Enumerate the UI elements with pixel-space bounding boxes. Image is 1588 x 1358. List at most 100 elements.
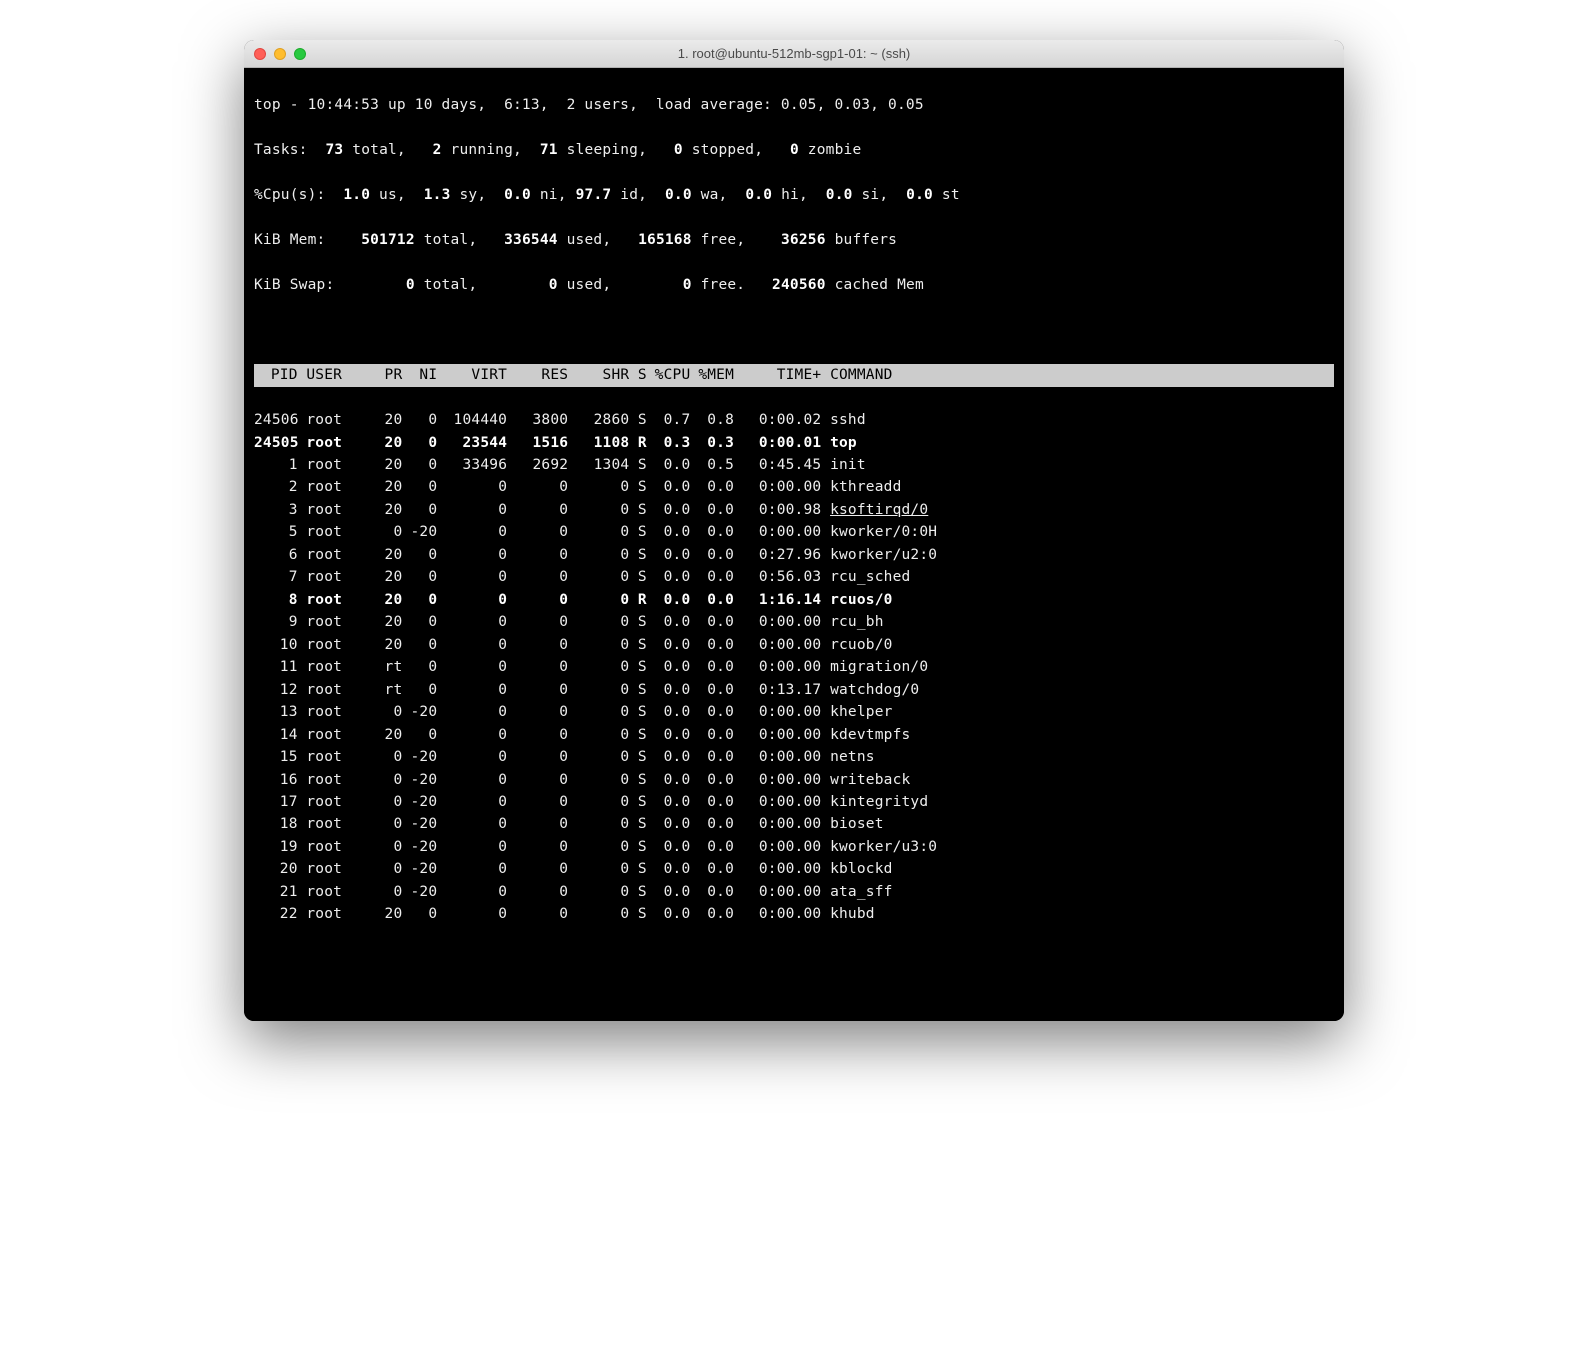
- cell-ni: 0: [402, 544, 437, 566]
- cell-pr: 0: [376, 746, 402, 768]
- cell-virt: 0: [437, 858, 507, 880]
- cell-pid: 11: [254, 656, 298, 678]
- cell-user: root: [298, 813, 377, 835]
- col-pid: PID: [254, 364, 298, 386]
- cell-mem: 0.0: [690, 724, 734, 746]
- col-res: RES: [507, 364, 568, 386]
- process-row: 3root200000S0.00.00:00.98ksoftirqd/0: [254, 499, 1334, 521]
- cell-shr: 0: [568, 746, 629, 768]
- col-cpu: %CPU: [647, 364, 691, 386]
- cell-mem: 0.0: [690, 903, 734, 925]
- cell-user: root: [298, 476, 377, 498]
- cell-user: root: [298, 566, 377, 588]
- cell-ni: -20: [402, 858, 437, 880]
- minimize-icon[interactable]: [274, 48, 286, 60]
- process-row: 18root0-20000S0.00.00:00.00bioset: [254, 813, 1334, 835]
- cell-pid: 6: [254, 544, 298, 566]
- cell-time: 0:00.00: [734, 881, 821, 903]
- cell-time: 0:00.00: [734, 611, 821, 633]
- cell-s: S: [629, 499, 646, 521]
- cell-user: root: [298, 903, 377, 925]
- zoom-icon[interactable]: [294, 48, 306, 60]
- process-row: 19root0-20000S0.00.00:00.00kworker/u3:0: [254, 836, 1334, 858]
- cell-command: rcu_bh: [821, 611, 883, 633]
- cell-res: 0: [507, 701, 568, 723]
- cell-virt: 33496: [437, 454, 507, 476]
- cell-ni: 0: [402, 566, 437, 588]
- process-row: 17root0-20000S0.00.00:00.00kintegrityd: [254, 791, 1334, 813]
- cell-command: migration/0: [821, 656, 928, 678]
- cell-pr: 20: [376, 611, 402, 633]
- cell-virt: 0: [437, 499, 507, 521]
- summary-line-uptime: top - 10:44:53 up 10 days, 6:13, 2 users…: [254, 94, 1334, 116]
- cell-pr: 0: [376, 836, 402, 858]
- terminal-output[interactable]: top - 10:44:53 up 10 days, 6:13, 2 users…: [244, 68, 1344, 1021]
- cell-res: 1516: [507, 432, 568, 454]
- cell-pr: 0: [376, 881, 402, 903]
- cell-time: 0:00.00: [734, 903, 821, 925]
- cell-command: bioset: [821, 813, 883, 835]
- cell-time: 0:00.00: [734, 656, 821, 678]
- process-row: 12rootrt0000S0.00.00:13.17watchdog/0: [254, 679, 1334, 701]
- cell-user: root: [298, 544, 377, 566]
- cell-ni: 0: [402, 634, 437, 656]
- process-row: 2root200000S0.00.00:00.00kthreadd: [254, 476, 1334, 498]
- cell-s: S: [629, 679, 646, 701]
- cell-cpu: 0.0: [647, 791, 691, 813]
- cell-ni: 0: [402, 409, 437, 431]
- process-header-row: PIDUSERPRNIVIRTRESSHRS%CPU%MEMTIME+COMMA…: [254, 364, 1334, 386]
- cell-mem: 0.0: [690, 499, 734, 521]
- cell-s: S: [629, 724, 646, 746]
- cell-pr: rt: [376, 679, 402, 701]
- cell-pr: 0: [376, 769, 402, 791]
- cell-mem: 0.0: [690, 813, 734, 835]
- cell-pr: 20: [376, 589, 402, 611]
- cell-res: 0: [507, 769, 568, 791]
- cell-shr: 0: [568, 499, 629, 521]
- cell-shr: 0: [568, 769, 629, 791]
- cell-shr: 0: [568, 566, 629, 588]
- cell-ni: 0: [402, 679, 437, 701]
- cell-s: S: [629, 836, 646, 858]
- cell-user: root: [298, 656, 377, 678]
- cell-mem: 0.8: [690, 409, 734, 431]
- cell-mem: 0.0: [690, 701, 734, 723]
- cell-user: root: [298, 521, 377, 543]
- cell-user: root: [298, 836, 377, 858]
- cell-shr: 0: [568, 813, 629, 835]
- process-row: 24505root2002354415161108R0.30.30:00.01t…: [254, 432, 1334, 454]
- cell-virt: 23544: [437, 432, 507, 454]
- cell-res: 0: [507, 566, 568, 588]
- cell-res: 0: [507, 589, 568, 611]
- cell-user: root: [298, 791, 377, 813]
- summary-line-cpu: %Cpu(s): 1.0 us, 1.3 sy, 0.0 ni, 97.7 id…: [254, 184, 1334, 206]
- titlebar[interactable]: 1. root@ubuntu-512mb-sgp1-01: ~ (ssh): [244, 40, 1344, 68]
- cell-virt: 0: [437, 544, 507, 566]
- process-row: 5root0-20000S0.00.00:00.00kworker/0:0H: [254, 521, 1334, 543]
- cell-time: 0:27.96: [734, 544, 821, 566]
- cell-res: 0: [507, 746, 568, 768]
- cell-user: root: [298, 679, 377, 701]
- cell-command: khubd: [821, 903, 874, 925]
- cell-virt: 0: [437, 521, 507, 543]
- cell-res: 0: [507, 544, 568, 566]
- cell-cpu: 0.0: [647, 476, 691, 498]
- cell-cpu: 0.0: [647, 769, 691, 791]
- cell-cpu: 0.0: [647, 679, 691, 701]
- cell-mem: 0.0: [690, 656, 734, 678]
- col-user: USER: [298, 364, 377, 386]
- cell-shr: 0: [568, 724, 629, 746]
- cell-ni: -20: [402, 813, 437, 835]
- cell-virt: 0: [437, 791, 507, 813]
- process-row: 8root200000R0.00.01:16.14rcuos/0: [254, 589, 1334, 611]
- close-icon[interactable]: [254, 48, 266, 60]
- cell-pid: 1: [254, 454, 298, 476]
- cell-res: 0: [507, 679, 568, 701]
- cell-ni: -20: [402, 701, 437, 723]
- cell-s: S: [629, 746, 646, 768]
- cell-res: 0: [507, 724, 568, 746]
- cell-ni: 0: [402, 432, 437, 454]
- cell-shr: 0: [568, 589, 629, 611]
- cell-shr: 0: [568, 836, 629, 858]
- cell-s: S: [629, 791, 646, 813]
